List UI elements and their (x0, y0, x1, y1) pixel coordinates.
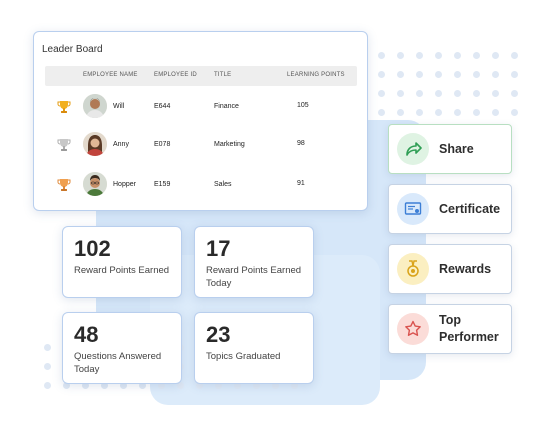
gold-trophy-icon (57, 101, 71, 113)
stat-card-reward-points: 102 Reward Points Earned (62, 226, 182, 298)
certificate-button[interactable]: Certificate (388, 184, 512, 234)
learning-points: 91 (297, 180, 305, 187)
bronze-trophy-icon (57, 179, 71, 191)
stat-label: Questions Answered Today (74, 351, 162, 375)
action-label: Share (439, 142, 474, 156)
column-header: TITLE (214, 72, 232, 78)
column-header: EMPLOYEE ID (154, 72, 197, 78)
table-row[interactable]: Anny E078 Marketing 98 (45, 129, 357, 161)
avatar (83, 172, 107, 196)
stat-label: Topics Graduated (206, 351, 281, 362)
certificate-icon (397, 193, 429, 225)
stat-label: Reward Points Earned Today (206, 265, 302, 289)
employee-title: Sales (214, 181, 232, 188)
stat-value: 23 (206, 322, 231, 347)
stat-value: 17 (206, 236, 231, 261)
silver-trophy-icon (57, 139, 71, 151)
top-performer-button[interactable]: Top Performer (388, 304, 512, 354)
share-button[interactable]: Share (388, 124, 512, 174)
employee-id: E078 (154, 141, 171, 148)
leaderboard-card: Leader Board EMPLOYEE NAME EMPLOYEE ID T… (33, 31, 368, 211)
leaderboard-title: Leader Board (42, 44, 103, 55)
avatar (83, 132, 107, 156)
employee-name: Hopper (113, 181, 136, 188)
action-label: Rewards (439, 262, 492, 276)
employee-id: E644 (154, 103, 171, 110)
employee-name: Will (113, 103, 125, 110)
action-label: Top Performer (439, 313, 499, 344)
employee-name: Anny (113, 141, 129, 148)
column-header: LEARNING POINTS (287, 72, 345, 78)
column-header: EMPLOYEE NAME (83, 72, 138, 78)
stat-value: 48 (74, 322, 99, 347)
stat-label: Reward Points Earned (74, 265, 170, 276)
share-arrow-icon (397, 133, 429, 165)
star-icon (397, 313, 429, 345)
medal-icon (397, 253, 429, 285)
learning-points: 98 (297, 140, 305, 147)
employee-title: Finance (214, 103, 239, 110)
stat-card-reward-points-today: 17 Reward Points Earned Today (194, 226, 314, 298)
leaderboard-header: EMPLOYEE NAME EMPLOYEE ID TITLE LEARNING… (45, 66, 357, 86)
action-label: Certificate (439, 202, 501, 216)
avatar (83, 94, 107, 118)
table-row[interactable]: Hopper E159 Sales 91 (45, 169, 357, 201)
table-row[interactable]: Will E644 Finance 105 (45, 91, 357, 123)
employee-title: Marketing (214, 141, 245, 148)
stat-card-topics-graduated: 23 Topics Graduated (194, 312, 314, 384)
stat-card-questions-answered: 48 Questions Answered Today (62, 312, 182, 384)
dot-pattern (378, 52, 518, 116)
rewards-button[interactable]: Rewards (388, 244, 512, 294)
learning-points: 105 (297, 102, 309, 109)
stat-value: 102 (74, 236, 111, 261)
employee-id: E159 (154, 181, 171, 188)
